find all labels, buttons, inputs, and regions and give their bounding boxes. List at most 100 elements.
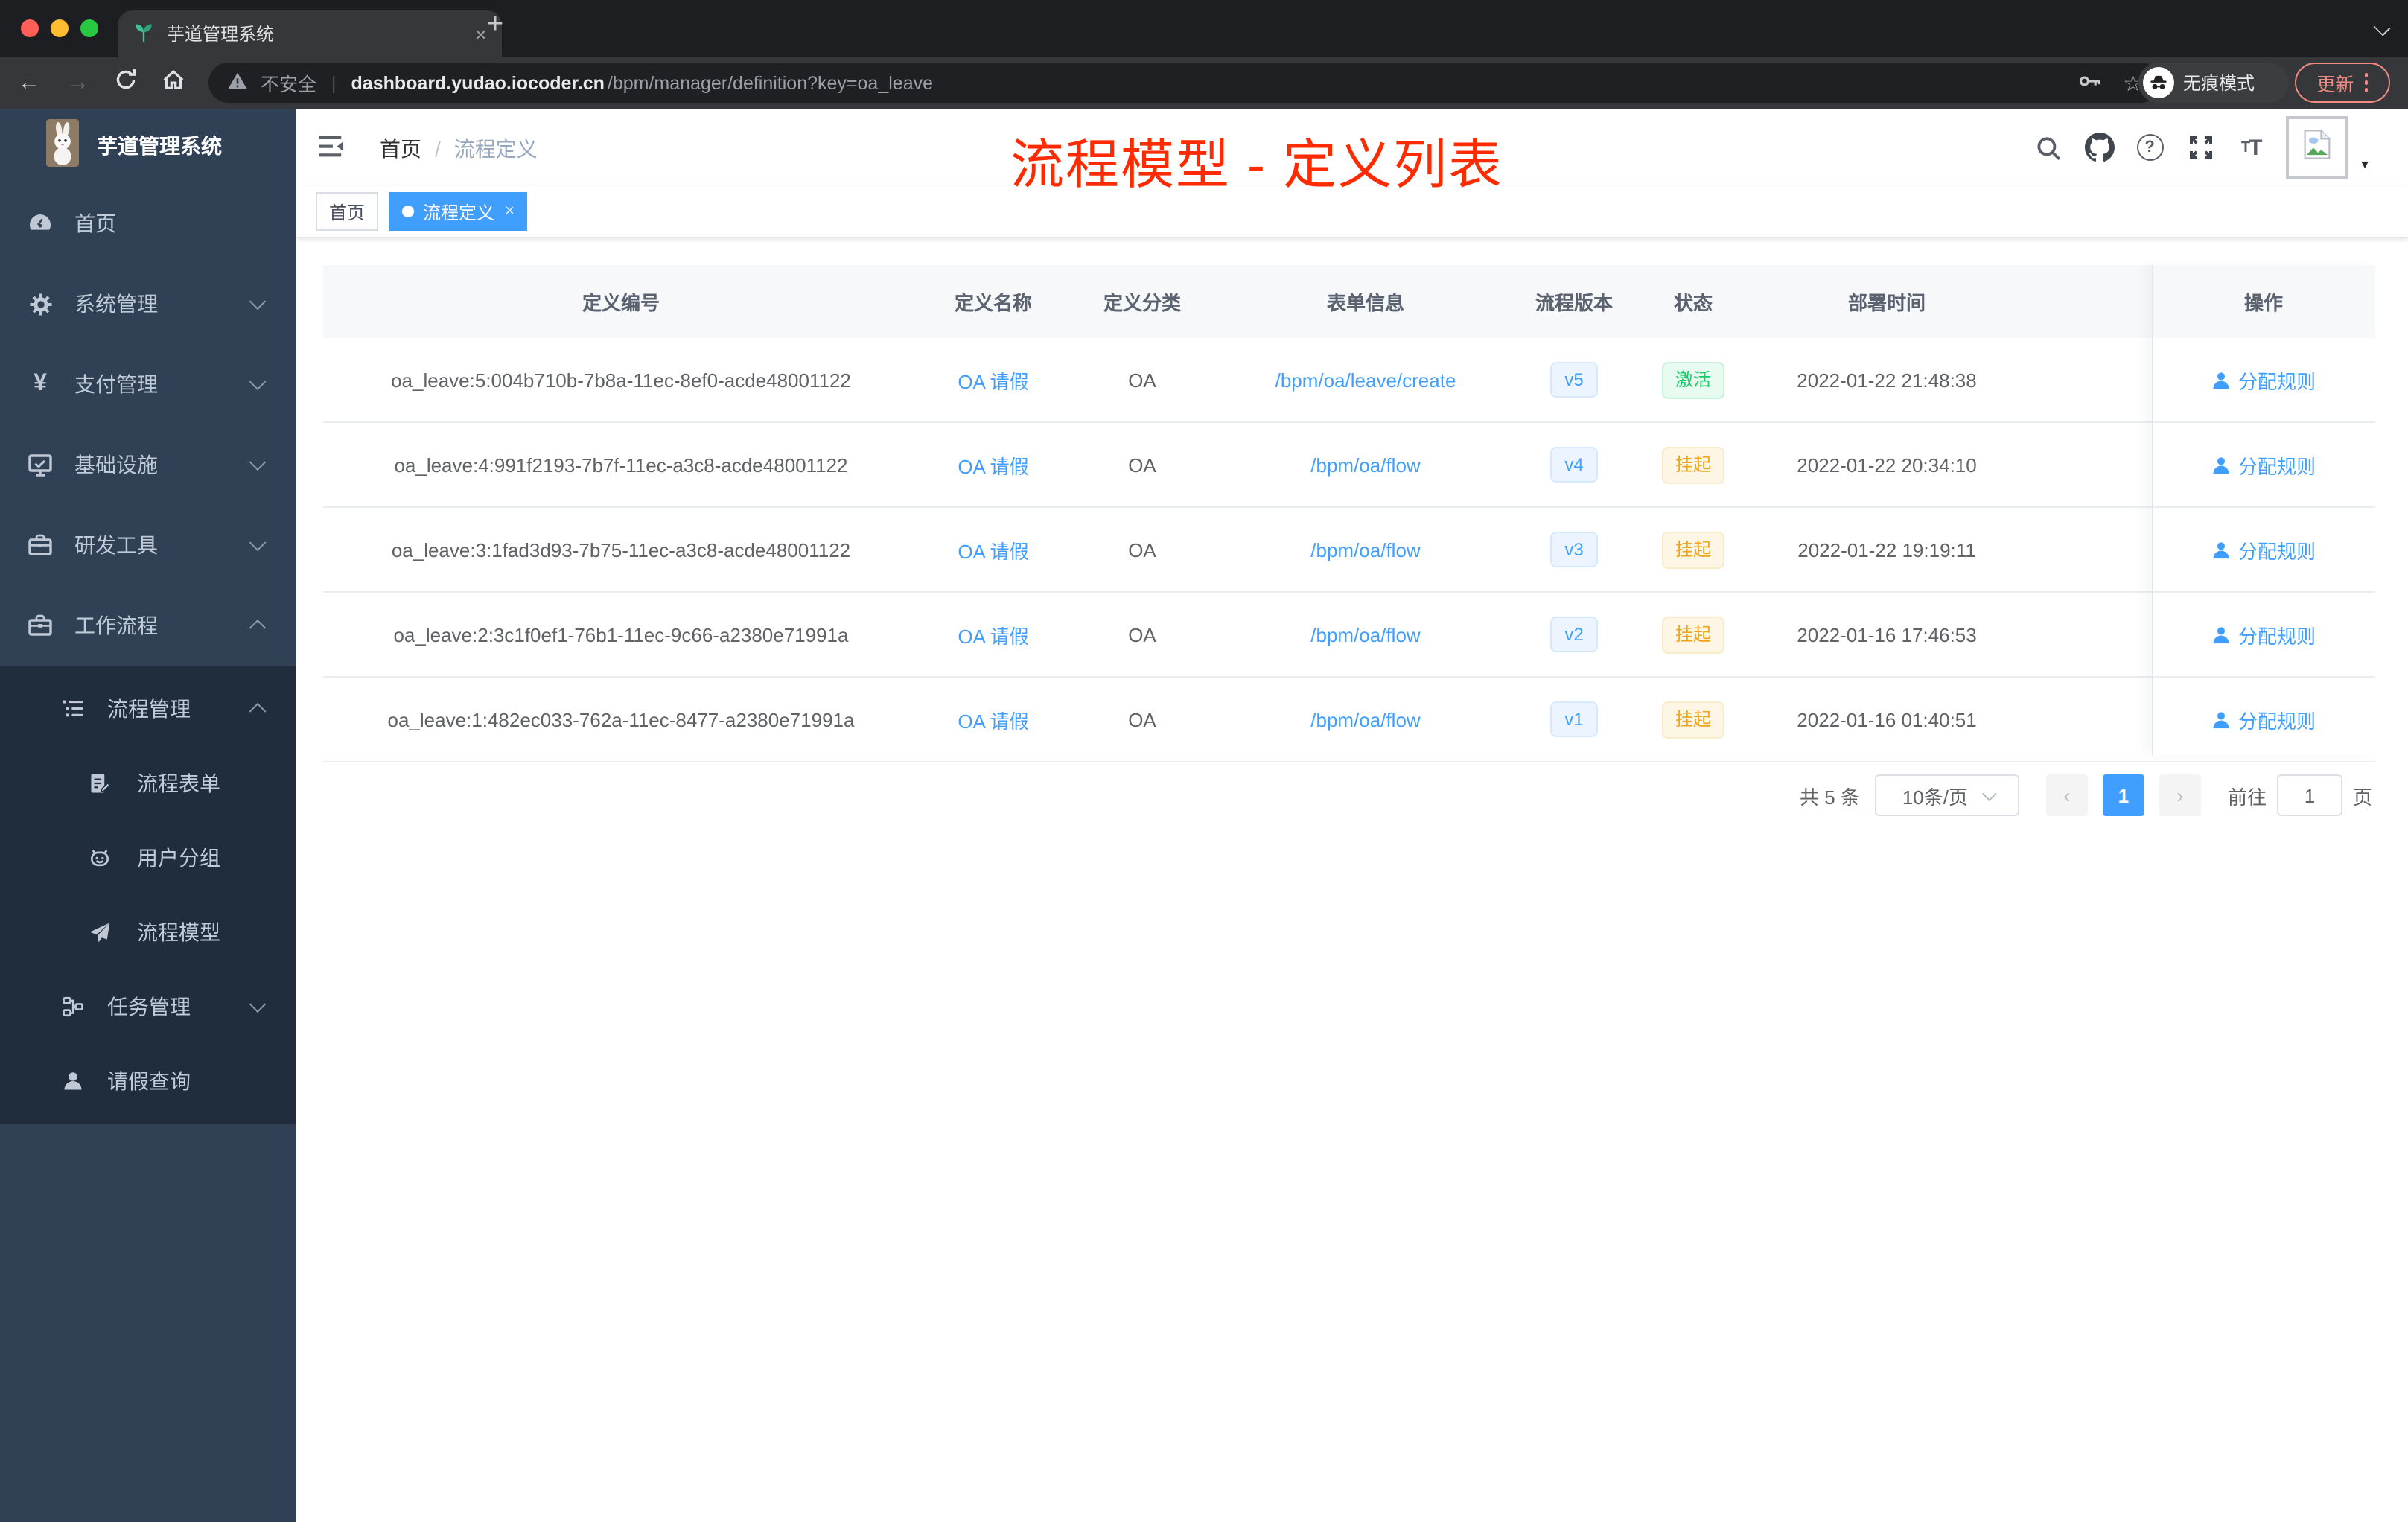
deploy-time: 2022-01-22 21:48:38	[1797, 369, 1977, 391]
home-icon[interactable]	[161, 67, 186, 100]
tab-close-icon[interactable]: ×	[475, 22, 487, 45]
app-title: 芋道管理系统	[97, 134, 222, 158]
sidebar-item-workflow[interactable]: 工作流程	[0, 585, 296, 666]
sidebar-item-payment[interactable]: ¥ 支付管理	[0, 344, 296, 424]
goto-page-input[interactable]	[2276, 774, 2342, 816]
status-badge: 激活	[1661, 361, 1724, 398]
github-icon[interactable]	[2083, 132, 2115, 163]
table-header-row: 定义编号 定义名称 定义分类 表单信息 流程版本 状态 部署时间 操作	[323, 265, 2375, 338]
yen-icon: ¥	[34, 371, 47, 396]
page-size-value: 10条/页	[1902, 786, 1968, 808]
pagination: 共 5 条 10条/页 ‹ 1 › 前往 页	[1800, 774, 2372, 816]
sidebar-item-user-group[interactable]: 用户分组	[0, 821, 296, 895]
table-row: oa_leave:2:3c1f0ef1-76b1-11ec-9c66-a2380…	[323, 593, 2375, 678]
assign-rule-link[interactable]: 分配规则	[2211, 705, 2316, 733]
status-badge: 挂起	[1661, 701, 1724, 738]
status-badge: 挂起	[1661, 446, 1724, 483]
org-tree-icon	[60, 993, 86, 1020]
reload-icon[interactable]	[113, 67, 138, 100]
annotation-title: 流程模型 - 定义列表	[1010, 134, 1503, 195]
sidebar-item-label: 任务管理	[107, 995, 191, 1019]
zoom-window-button[interactable]	[80, 19, 98, 37]
definition-name-link[interactable]: OA 请假	[958, 370, 1028, 392]
chevron-down-icon	[1981, 786, 1996, 801]
avatar-caret-icon[interactable]: ▼	[2359, 157, 2371, 171]
form-link[interactable]: /bpm/oa/leave/create	[1275, 369, 1456, 391]
definition-name-link[interactable]: OA 请假	[958, 455, 1028, 477]
breadcrumb: 首页 / 流程定义	[380, 134, 538, 164]
form-link[interactable]: /bpm/oa/flow	[1310, 453, 1420, 476]
sidebar-item-label: 首页	[74, 211, 116, 235]
column-header: 状态	[1673, 292, 1713, 314]
version-badge: v1	[1549, 701, 1599, 737]
close-window-button[interactable]	[21, 19, 39, 37]
sidebar-item-system[interactable]: 系统管理	[0, 264, 296, 344]
forward-icon[interactable]: →	[67, 69, 89, 97]
browser-tab[interactable]: 芋道管理系统 ×	[118, 10, 502, 57]
browser-update-button[interactable]: 更新	[2295, 63, 2390, 103]
browser-menu-icon[interactable]	[2364, 73, 2369, 92]
security-warning-icon[interactable]	[226, 69, 249, 96]
definition-id: oa_leave:1:482ec033-762a-11ec-8477-a2380…	[387, 708, 855, 730]
sidebar-item-label: 流程管理	[107, 697, 191, 721]
sidebar-item-home[interactable]: 首页	[0, 183, 296, 264]
sidebar-item-devtools[interactable]: 研发工具	[0, 505, 296, 585]
page-unit-label: 页	[2352, 786, 2372, 808]
avatar[interactable]	[2286, 116, 2349, 179]
search-icon[interactable]	[2033, 132, 2064, 163]
prev-page-button[interactable]: ‹	[2045, 774, 2088, 816]
tag-process-definition[interactable]: 流程定义 ×	[389, 192, 528, 231]
chevron-down-icon	[249, 373, 267, 391]
definition-name-link[interactable]: OA 请假	[958, 625, 1028, 647]
definition-table: 定义编号 定义名称 定义分类 表单信息 流程版本 状态 部署时间 操作 oa_l…	[323, 265, 2375, 762]
sidebar-item-infra[interactable]: 基础设施	[0, 424, 296, 505]
definition-id: oa_leave:3:1fad3d93-7b75-11ec-a3c8-acde4…	[391, 538, 851, 561]
assign-rule-link[interactable]: 分配规则	[2211, 450, 2316, 479]
password-key-icon[interactable]	[2077, 68, 2102, 98]
sidebar-fold-icon[interactable]	[319, 136, 344, 165]
breadcrumb-home[interactable]: 首页	[380, 134, 421, 164]
assign-rule-link[interactable]: 分配规则	[2211, 620, 2316, 649]
sidebar-item-task-management[interactable]: 任务管理	[0, 969, 296, 1044]
user-icon	[2213, 456, 2229, 474]
fullscreen-icon[interactable]	[2185, 132, 2216, 163]
definition-name-link[interactable]: OA 请假	[958, 540, 1028, 562]
definition-name-link[interactable]: OA 请假	[958, 710, 1028, 732]
back-icon[interactable]: ←	[18, 69, 40, 97]
page-size-select[interactable]: 10条/页	[1874, 774, 2019, 816]
sidebar-item-leave-query[interactable]: 请假查询	[0, 1044, 296, 1118]
assign-rule-link[interactable]: 分配规则	[2211, 366, 2316, 394]
help-icon[interactable]: ?	[2134, 132, 2165, 163]
sidebar-item-process-management[interactable]: 流程管理	[0, 672, 296, 746]
favicon-seedling-icon	[133, 20, 155, 47]
app-logo[interactable]: 芋道管理系统	[0, 109, 296, 183]
sidebar-item-process-form[interactable]: 流程表单	[0, 746, 296, 821]
url-divider: |	[331, 72, 337, 93]
sidebar-item-label: 流程模型	[137, 920, 220, 944]
definition-id: oa_leave:5:004b710b-7b8a-11ec-8ef0-acde4…	[391, 369, 851, 391]
form-link[interactable]: /bpm/oa/flow	[1310, 708, 1420, 730]
tag-close-icon[interactable]: ×	[505, 203, 515, 220]
form-link[interactable]: /bpm/oa/flow	[1310, 538, 1420, 561]
security-label[interactable]: 不安全	[261, 69, 316, 97]
new-tab-button[interactable]: +	[487, 9, 503, 42]
broken-image-icon	[2299, 126, 2335, 169]
next-page-button[interactable]: ›	[2159, 774, 2201, 816]
url-path[interactable]: /bpm/manager/definition?key=oa_leave	[608, 72, 933, 93]
tab-search-chevron-icon[interactable]	[2373, 19, 2391, 36]
form-link[interactable]: /bpm/oa/flow	[1310, 623, 1420, 646]
font-size-icon[interactable]: TT	[2235, 132, 2267, 163]
logo-rabbit-image	[46, 118, 79, 173]
monitor-icon	[27, 451, 54, 478]
definition-id: oa_leave:2:3c1f0ef1-76b1-11ec-9c66-a2380…	[393, 623, 849, 646]
assign-rule-link[interactable]: 分配规则	[2211, 535, 2316, 564]
chevron-down-icon	[249, 534, 267, 552]
sidebar-item-process-model[interactable]: 流程模型	[0, 895, 296, 969]
url-domain[interactable]: dashboard.yudao.iocoder.cn	[351, 72, 605, 93]
window-controls[interactable]	[21, 19, 98, 37]
minimize-window-button[interactable]	[51, 19, 69, 37]
page-number-button[interactable]: 1	[2102, 774, 2144, 816]
tag-home[interactable]: 首页	[316, 192, 379, 231]
dashboard-icon	[27, 210, 54, 237]
url-bar[interactable]: 不安全 | dashboard.yudao.iocoder.cn /bpm/ma…	[208, 63, 2161, 103]
